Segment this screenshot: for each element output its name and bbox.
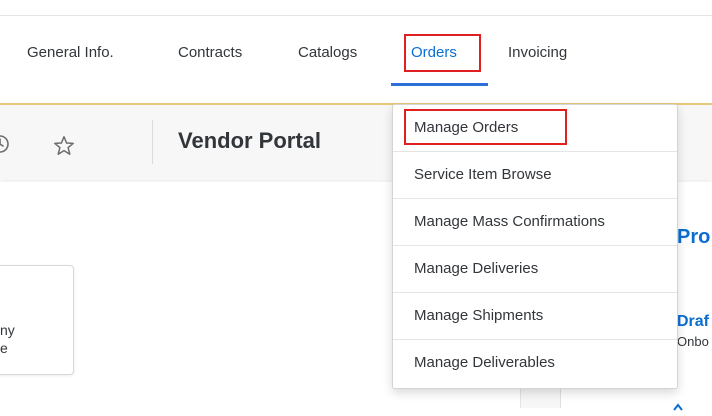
tab-orders[interactable]: Orders [411, 44, 457, 61]
menu-item-manage-deliverables[interactable]: Manage Deliverables [393, 340, 677, 387]
app-tile[interactable] [0, 265, 74, 375]
shell-separator [152, 120, 153, 164]
card-status-link[interactable]: Draf [677, 313, 709, 331]
tab-invoicing[interactable]: Invoicing [508, 44, 567, 61]
active-tab-indicator [391, 83, 488, 86]
nav-bar: General Info. Contracts Catalogs Orders … [0, 16, 712, 102]
menu-item-label: Manage Deliverables [414, 354, 555, 371]
menu-item-manage-deliveries[interactable]: Manage Deliveries [393, 246, 677, 293]
caret-up-icon [672, 398, 684, 411]
card-heading: Pro [677, 226, 711, 248]
menu-item-label: Manage Deliveries [414, 260, 539, 277]
card-subtext: Onbo [677, 334, 709, 349]
menu-item-label: Manage Orders [414, 119, 519, 136]
menu-item-manage-mass-confirmations[interactable]: Manage Mass Confirmations [393, 199, 677, 246]
menu-item-manage-shipments[interactable]: Manage Shipments [393, 293, 677, 340]
tile-label-line1: ny [0, 322, 15, 338]
menu-item-service-item-browse[interactable]: Service Item Browse [393, 152, 677, 199]
tab-general-info[interactable]: General Info. [27, 44, 114, 61]
tab-contracts[interactable]: Contracts [178, 44, 242, 61]
page-title: Vendor Portal [178, 128, 322, 153]
history-icon[interactable] [0, 132, 20, 156]
menu-item-manage-orders[interactable]: Manage Orders [393, 105, 677, 152]
menu-item-label: Service Item Browse [414, 166, 552, 183]
tab-catalogs[interactable]: Catalogs [298, 44, 357, 61]
star-icon[interactable] [52, 134, 76, 158]
top-strip [0, 0, 712, 16]
tile-label-line2: e [0, 340, 8, 356]
menu-item-label: Manage Mass Confirmations [414, 213, 605, 230]
menu-item-label: Manage Shipments [414, 307, 544, 324]
orders-dropdown-menu: Manage Orders Service Item Browse Manage… [392, 104, 678, 389]
